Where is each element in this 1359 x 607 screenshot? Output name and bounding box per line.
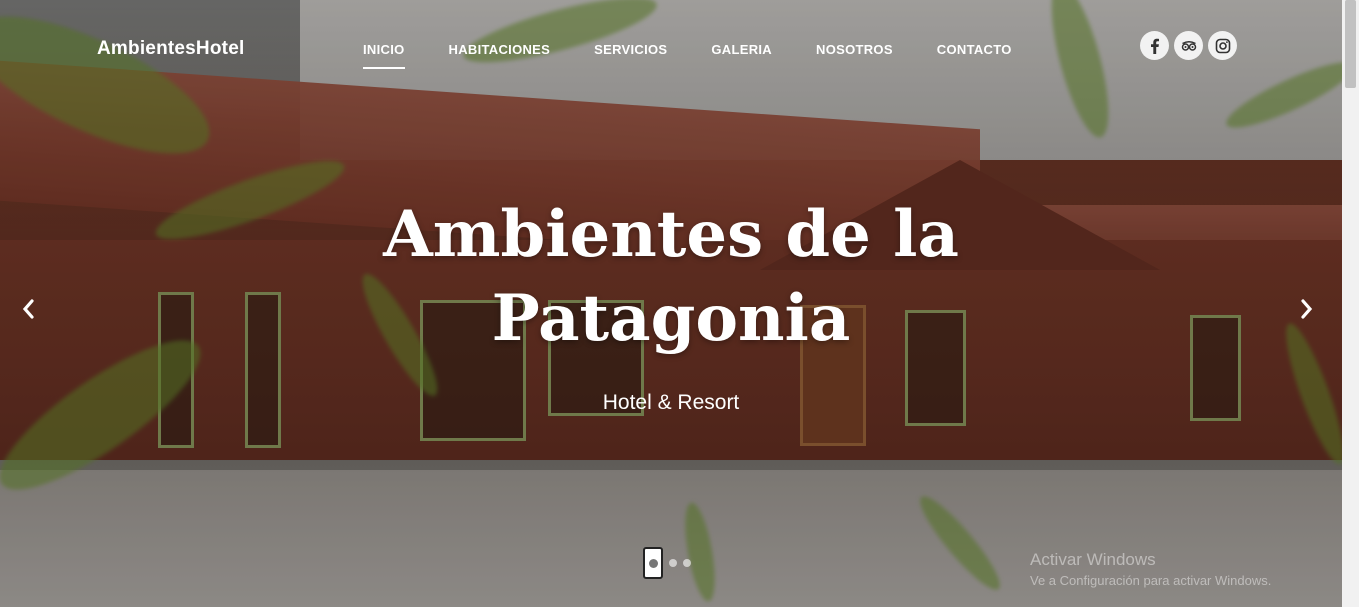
watermark-line1: Activar Windows <box>1030 550 1156 569</box>
carousel-prev-button[interactable] <box>20 297 36 327</box>
carousel-dot-2[interactable] <box>669 559 677 567</box>
tripadvisor-icon[interactable] <box>1174 31 1203 60</box>
chevron-left-icon <box>22 299 34 319</box>
carousel-dot-1[interactable] <box>643 547 663 579</box>
page-scrollbar[interactable] <box>1342 0 1359 607</box>
windows-activation-watermark: Activar Windows Ve a Configuración para … <box>1030 550 1271 588</box>
main-menu: INICIO HABITACIONES SERVICIOS GALERIA NO… <box>363 42 1056 69</box>
hero-title-line2: Patagonia <box>491 281 851 356</box>
hero-subtitle: Hotel & Resort <box>602 391 740 414</box>
instagram-icon[interactable] <box>1208 31 1237 60</box>
nav-item-galeria[interactable]: GALERIA <box>711 42 772 69</box>
scrollbar-thumb[interactable] <box>1345 0 1356 88</box>
nav-item-inicio[interactable]: INICIO <box>363 42 405 69</box>
facebook-icon[interactable] <box>1140 31 1169 60</box>
nav-item-servicios[interactable]: SERVICIOS <box>594 42 667 69</box>
carousel-indicators <box>643 547 691 579</box>
site-logo[interactable]: AmbientesHotel <box>97 38 244 60</box>
hero-title-line1: Ambientes de la <box>383 197 959 272</box>
hero-title: Ambientes de la Patagonia <box>371 193 971 361</box>
nav-item-nosotros[interactable]: NOSOTROS <box>816 42 893 69</box>
chevron-right-icon <box>1301 299 1313 319</box>
watermark-line2: Ve a Configuración para activar Windows. <box>1030 573 1272 588</box>
nav-item-contacto[interactable]: CONTACTO <box>937 42 1012 69</box>
top-navigation: AmbientesHotel INICIO HABITACIONES SERVI… <box>0 0 1342 100</box>
social-links <box>1140 31 1237 60</box>
carousel-dot-3[interactable] <box>683 559 691 567</box>
carousel-next-button[interactable] <box>1299 297 1315 327</box>
nav-item-habitaciones[interactable]: HABITACIONES <box>449 42 551 69</box>
